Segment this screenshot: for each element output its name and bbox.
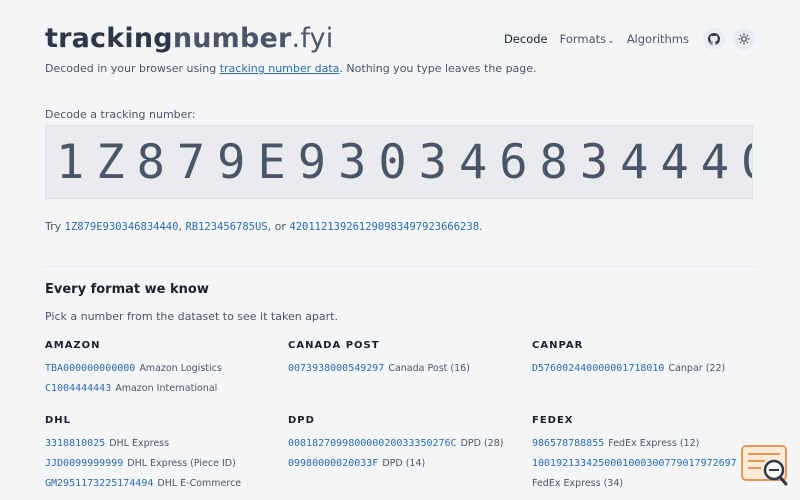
nav-formats[interactable]: Formats⌄ <box>560 32 615 46</box>
carrier-name: FEDEX <box>532 415 574 426</box>
tracking-number-input[interactable]: 1Z879E930346834440 <box>45 125 753 199</box>
carrier-canpar: CANPAR D576002440000001718010 Canpar (22) <box>532 340 772 379</box>
sun-icon <box>738 33 750 45</box>
format-entry: D576002440000001718010 Canpar (22) <box>532 359 772 379</box>
tagline-suffix: . Nothing you type leaves the page. <box>339 62 537 75</box>
format-number-link[interactable]: TBA000000000000 <box>45 363 135 374</box>
format-entry: C1004444443 Amazon International <box>45 379 285 399</box>
carrier-fedex: FEDEX 986578788855 FedEx Express (12) 100… <box>532 415 742 494</box>
format-number-link[interactable]: 008182709980000020033350276C <box>288 438 457 449</box>
format-entry: 1001921334250001000300779017972697 <box>532 454 742 474</box>
search-document-icon <box>741 445 788 486</box>
format-desc: Canada Post (16) <box>388 363 470 374</box>
format-desc: FedEx Express (12) <box>608 438 700 449</box>
nav-decode[interactable]: Decode <box>504 32 548 46</box>
section-divider <box>45 266 755 267</box>
format-desc: DHL E-Commerce <box>157 478 242 489</box>
try-examples: Try 1Z879E930346834440, RB123456785US, o… <box>45 220 483 233</box>
logo-part-domain: .fyi <box>291 23 334 54</box>
format-desc: DPD (28) <box>460 438 504 449</box>
carrier-name: CANADA POST <box>288 340 380 351</box>
github-button[interactable] <box>703 28 725 50</box>
formats-subtitle: Pick a number from the dataset to see it… <box>45 310 338 323</box>
carrier-name: DPD <box>288 415 315 426</box>
site-logo[interactable]: trackingnumber.fyi <box>45 22 333 56</box>
nav-formats-label: Formats <box>559 32 607 46</box>
format-number-link[interactable]: 1001921334250001000300779017972697 <box>532 458 737 469</box>
format-desc: Amazon Logistics <box>139 363 222 374</box>
format-entry: TBA000000000000 Amazon Logistics <box>45 359 285 379</box>
try-suffix: . <box>479 220 483 233</box>
format-desc: DHL Express (Piece ID) <box>127 458 236 469</box>
format-entry: 008182709980000020033350276C DPD (28) <box>288 434 528 454</box>
format-number-link[interactable]: 09980000020033F <box>288 458 378 469</box>
decode-label: Decode a tracking number: <box>45 108 196 121</box>
format-entry: FedEx Express (34) <box>532 474 742 494</box>
nav-algorithms[interactable]: Algorithms <box>627 32 689 46</box>
carrier-dhl: DHL 3318810025 DHL Express JJD0099999999 D… <box>45 415 285 494</box>
try-prefix: Try <box>45 220 65 233</box>
example-link-upu[interactable]: RB123456785US <box>185 221 267 233</box>
chevron-down-icon: ⌄ <box>607 36 615 46</box>
format-number-link[interactable]: 3318810025 <box>45 438 105 449</box>
try-sep-2: , or <box>267 220 290 233</box>
carrier-name: DHL <box>45 415 72 426</box>
carrier-amazon: AMAZON TBA000000000000 Amazon Logistics C… <box>45 340 285 399</box>
format-desc: FedEx Express (34) <box>532 478 624 489</box>
theme-toggle-button[interactable] <box>733 28 755 50</box>
format-entry: GM2951173225174494 DHL E-Commerce <box>45 474 285 494</box>
format-number-link[interactable]: 0073938000549297 <box>288 363 384 374</box>
tagline: Decoded in your browser using tracking n… <box>45 62 537 75</box>
main-nav: Decode Formats⌄ Algorithms <box>492 28 755 50</box>
format-entry: 986578788855 FedEx Express (12) <box>532 434 742 454</box>
tagline-prefix: Decoded in your browser using <box>45 62 220 75</box>
format-number-link[interactable]: C1004444443 <box>45 383 111 394</box>
tracking-data-link[interactable]: tracking number data <box>220 62 340 75</box>
format-number-link[interactable]: 986578788855 <box>532 438 604 449</box>
format-entry: 3318810025 DHL Express <box>45 434 285 454</box>
formats-title: Every format we know <box>45 282 209 297</box>
example-link-ups[interactable]: 1Z879E930346834440 <box>65 221 179 233</box>
logo-part-tracking: tracking <box>45 23 173 54</box>
format-desc: DPD (14) <box>382 458 426 469</box>
carrier-canada-post: CANADA POST 0073938000549297 Canada Post … <box>288 340 528 379</box>
format-entry: 0073938000549297 Canada Post (16) <box>288 359 528 379</box>
example-link-usps[interactable]: 420112139261290983497923666238 <box>289 221 479 233</box>
format-number-link[interactable]: JJD0099999999 <box>45 458 123 469</box>
carrier-dpd: DPD 008182709980000020033350276C DPD (28)… <box>288 415 528 474</box>
floating-search-button[interactable] <box>741 444 789 486</box>
format-desc: Canpar (22) <box>668 363 726 374</box>
logo-part-number: number <box>172 23 292 54</box>
github-icon <box>708 33 720 45</box>
carrier-name: AMAZON <box>45 340 101 351</box>
format-number-link[interactable]: GM2951173225174494 <box>45 478 153 489</box>
format-number-link[interactable]: D576002440000001718010 <box>532 363 664 374</box>
format-entry: 09980000020033F DPD (14) <box>288 454 528 474</box>
format-desc: Amazon International <box>115 383 218 394</box>
carrier-name: CANPAR <box>532 340 584 351</box>
format-entry: JJD0099999999 DHL Express (Piece ID) <box>45 454 285 474</box>
format-desc: DHL Express <box>109 438 170 449</box>
